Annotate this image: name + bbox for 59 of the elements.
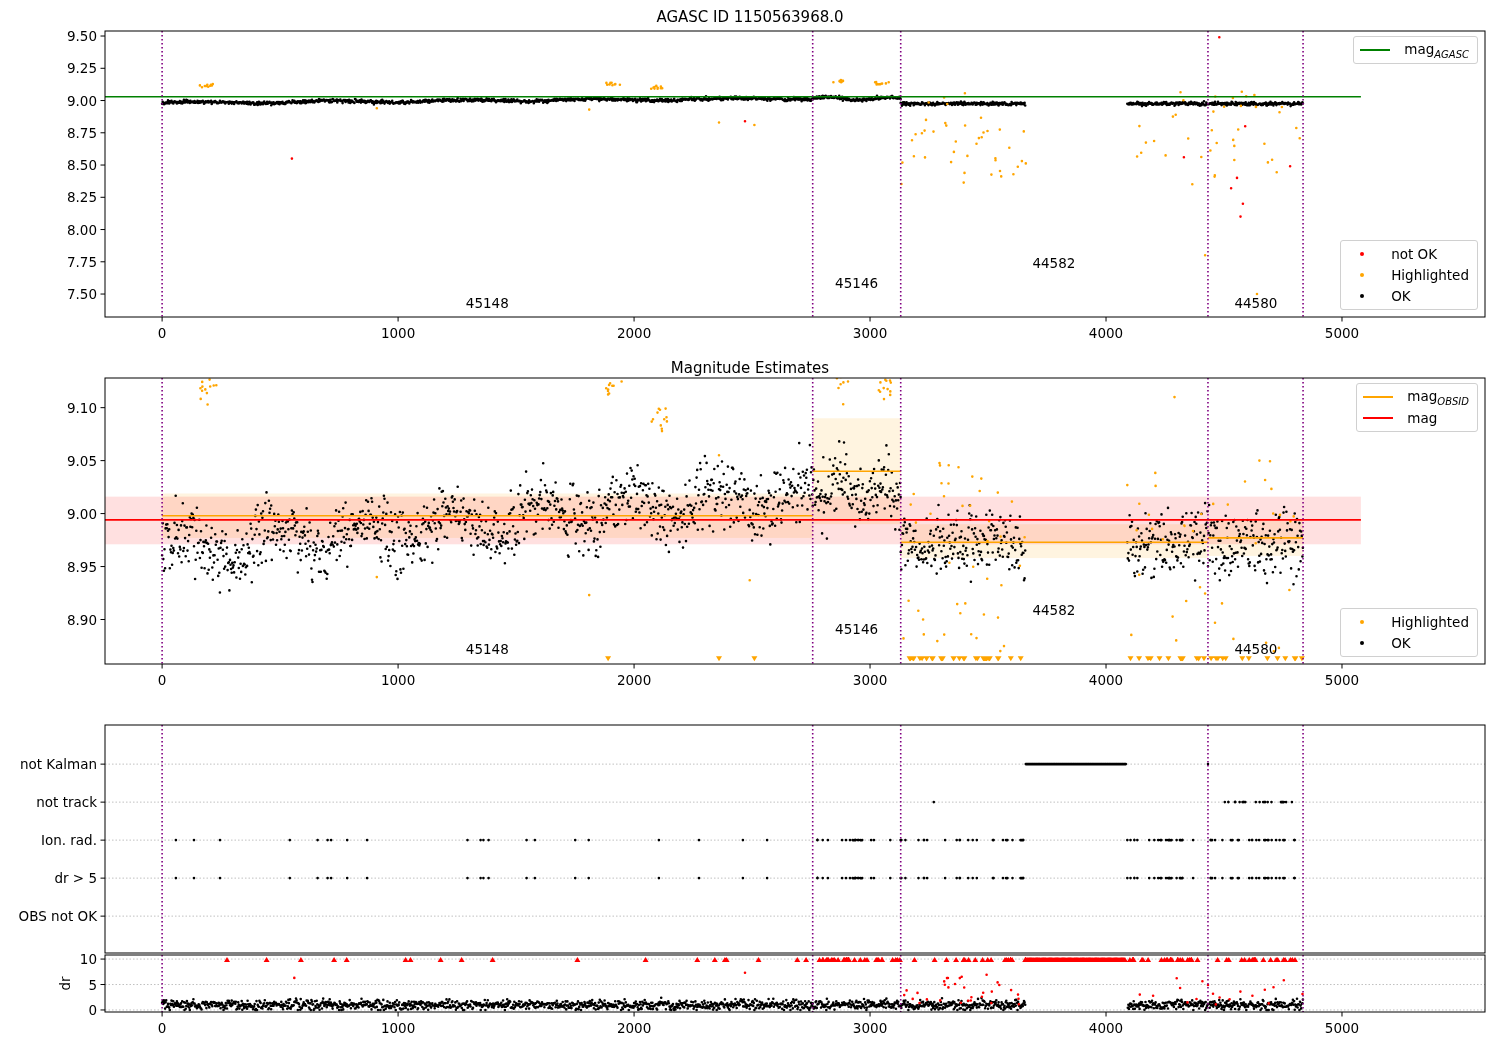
y-tick-label: 10: [79, 951, 97, 968]
legend-label: not OK: [1391, 246, 1438, 262]
x-tick-label: 4000: [1088, 1020, 1124, 1036]
x-tick-label: 2000: [616, 325, 652, 341]
legend-label: OK: [1391, 288, 1411, 304]
x-tick-label: 5000: [1324, 325, 1360, 341]
chart-title: AGASC ID 1150563968.0: [656, 8, 844, 26]
y-tick-label: 9.10: [66, 399, 97, 416]
row-label: not Kalman: [19, 756, 97, 773]
x-tick-label: 5000: [1324, 1020, 1360, 1036]
y-tick-label: 9.05: [66, 452, 97, 469]
x-tick-label: 4000: [1088, 325, 1124, 341]
row-label: Ion. rad.: [40, 832, 97, 849]
y-tick-label: 8.75: [66, 124, 97, 141]
obsid-label: 45148: [465, 641, 509, 658]
obsid-label: 44582: [1032, 602, 1076, 618]
obsid-label: 45146: [835, 621, 879, 638]
row-label: OBS not OK: [18, 908, 97, 925]
y-tick-label: 9.00: [66, 92, 97, 109]
y-tick-label: 9.50: [66, 28, 97, 45]
y-tick-label: 8.50: [66, 157, 97, 174]
legend-label: mag$_{OBSID}$: [1407, 387, 1469, 407]
obsid-label: 45146: [835, 275, 879, 292]
x-tick-label: 2000: [616, 1020, 652, 1036]
y-tick-label: 8.00: [66, 221, 97, 238]
x-tick-label: 1000: [380, 325, 416, 341]
y-tick-label: 7.75: [66, 253, 97, 270]
x-tick-label: 5000: [1324, 672, 1360, 688]
y-tick-label: 8.95: [66, 558, 97, 575]
y-tick-label: 8.25: [66, 189, 97, 206]
obsid-label: 44580: [1234, 295, 1278, 312]
y-tick-label: 0: [88, 1001, 97, 1018]
obsid-label: 44580: [1234, 641, 1278, 658]
obsid-label: 44582: [1032, 255, 1076, 272]
x-tick-label: 1000: [380, 672, 416, 688]
y-tick-label: 8.90: [66, 611, 97, 628]
x-tick-label: 3000: [852, 672, 888, 688]
legend-label: mag: [1407, 410, 1438, 426]
row-label: dr > 5: [54, 870, 97, 887]
y-tick-label: 5: [88, 976, 97, 993]
x-tick-label: 1000: [380, 1020, 416, 1036]
x-tick-label: 0: [157, 1020, 167, 1036]
legend-label: Highlighted: [1391, 614, 1469, 630]
obsid-label: 45148: [465, 295, 509, 312]
legend-label: Highlighted: [1391, 267, 1469, 283]
x-tick-label: 3000: [852, 1020, 888, 1036]
x-tick-label: 4000: [1088, 672, 1124, 688]
row-label: not track: [36, 794, 97, 811]
y-axis-label: dr: [57, 976, 73, 991]
x-tick-label: 3000: [852, 325, 888, 341]
x-tick-label: 0: [157, 672, 167, 688]
chart-title: Magnitude Estimates: [670, 359, 830, 377]
x-tick-label: 2000: [616, 672, 652, 688]
legend-label: OK: [1391, 635, 1411, 651]
y-tick-label: 9.00: [66, 505, 97, 522]
x-tick-label: 0: [157, 325, 167, 341]
y-tick-label: 9.25: [66, 60, 97, 77]
legend-label: mag$_{AGASC}$: [1404, 40, 1469, 60]
y-tick-label: 7.50: [66, 286, 97, 303]
